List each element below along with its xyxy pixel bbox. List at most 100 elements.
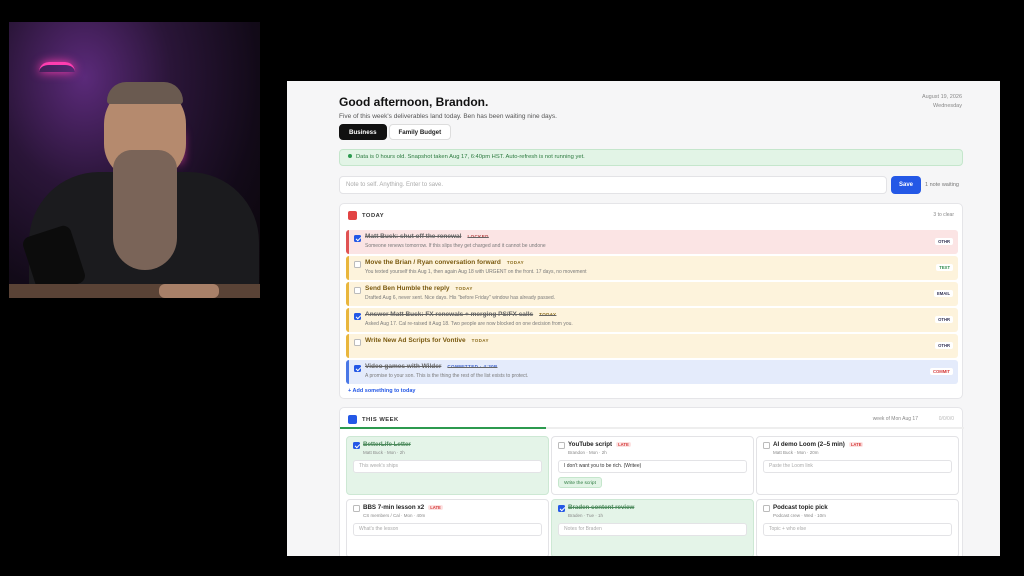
deliverable-title: BBS 7-min lesson x2 LATE — [363, 504, 443, 511]
date-text: August 19, 2026 — [921, 94, 962, 100]
task-type-badge: COMMIT — [930, 368, 953, 375]
dashboard-app: Good afternoon, Brandon. Five of this we… — [287, 81, 1000, 556]
task-tag: TODAY — [471, 338, 489, 343]
deliverable-checkbox[interactable] — [353, 442, 360, 449]
deliverable-meta: CS members / Cal · Mon · 40m — [363, 513, 426, 518]
deliverable-input[interactable]: This week's ships — [353, 460, 542, 473]
deliverable-input[interactable]: Paste the Loom link — [763, 460, 952, 473]
date-display: August 19, 2026 Wednesday — [922, 93, 962, 111]
calendar-icon — [348, 211, 357, 220]
week-stats: 0/0/0/0 — [938, 416, 954, 422]
data-status-banner: Data is 0 hours old. Snapshot taken Aug … — [339, 149, 963, 166]
deliverable-card[interactable]: Podcast topic pick Podcast crew · Wed · … — [756, 499, 959, 556]
deliverable-meta: Braden · Tue · 1h — [568, 513, 604, 518]
task-title: Matt Buck: shut off the renewal LOCKED — [365, 233, 489, 240]
presenter-hand — [159, 284, 219, 298]
task-type-badge: OTHR — [935, 238, 953, 245]
task-checkbox[interactable] — [354, 287, 361, 294]
save-button[interactable]: Save — [891, 176, 921, 194]
today-title: TODAY — [362, 212, 385, 219]
deliverable-card[interactable]: Braden content review Braden · Tue · 1h … — [551, 499, 754, 556]
webcam-overlay — [9, 22, 260, 298]
task-title: Move the Brian / Ryan conversation forwa… — [365, 259, 525, 266]
this-week-section: THIS WEEK week of Mon Aug 17 0/0/0/0 Bet… — [339, 407, 964, 556]
status-dot-icon — [348, 154, 352, 159]
week-title: THIS WEEK — [362, 416, 399, 423]
task-type-badge: TEXT — [936, 264, 953, 271]
deliverable-checkbox[interactable] — [558, 442, 565, 449]
deliverable-card[interactable]: BBS 7-min lesson x2 LATE CS members / Cal… — [346, 499, 549, 556]
page-title: Good afternoon, Brandon. — [339, 95, 489, 109]
task-row[interactable]: Answer Matt Buck: FX renewals + merging … — [346, 308, 958, 332]
deliverable-checkbox[interactable] — [763, 505, 770, 512]
task-row[interactable]: Move the Brian / Ryan conversation forwa… — [346, 256, 958, 280]
task-tag: LOCKED — [467, 234, 489, 239]
deliverable-input[interactable]: I don't want you to be rich. (Writee) — [558, 460, 747, 473]
task-title: Answer Matt Buck: FX renewals + merging … — [365, 311, 557, 318]
week-header: THIS WEEK — [348, 415, 399, 424]
workspace-tabs: Business Family Budget — [339, 124, 452, 140]
week-range: week of Mon Aug 17 — [872, 416, 918, 422]
tab-family-budget[interactable]: Family Budget — [388, 124, 452, 140]
deliverable-input[interactable]: What's the lesson — [353, 523, 542, 536]
late-badge: LATE — [428, 505, 443, 510]
task-row[interactable]: Send Ben Humble the reply TODAY Drafted A… — [346, 282, 958, 306]
task-type-badge: EMAIL — [933, 290, 953, 297]
task-description: Drafted Aug 6, never sent. Nice days. Hi… — [365, 295, 556, 301]
task-row[interactable]: Write New Ad Scripts for Vontive TODAY OT… — [346, 334, 958, 358]
task-description: Asked Aug 17. Cal re-raised it Aug 18. T… — [365, 321, 573, 327]
deliverable-card[interactable]: BetterLife Letter Matt Buck · Mon · 2h T… — [346, 436, 549, 495]
desk — [9, 284, 260, 298]
deliverable-meta: Podcast crew · Wed · 10m — [773, 513, 826, 518]
deliverable-checkbox[interactable] — [763, 442, 770, 449]
deliverable-title: BetterLife Letter — [363, 441, 411, 448]
today-header: TODAY — [348, 211, 384, 220]
neon-light — [39, 62, 75, 72]
deliverable-input[interactable]: Topic + who else — [763, 523, 952, 536]
task-tag: TODAY — [455, 286, 473, 291]
task-type-badge: OTHR — [935, 316, 953, 323]
deliverable-card[interactable]: YouTube script LATE Brandon · Mon · 2h I … — [551, 436, 754, 495]
deliverable-input[interactable]: Notes for Braden — [558, 523, 747, 536]
week-progress-bar — [340, 427, 964, 429]
task-checkbox[interactable] — [354, 339, 361, 346]
deliverable-title: YouTube script LATE — [568, 441, 631, 448]
task-tag: TODAY — [539, 312, 557, 317]
task-row[interactable]: Video games with Wilder COMMITTED · 4:30P… — [346, 360, 958, 384]
deliverable-title: AI demo Loom (2–5 min) LATE — [773, 441, 864, 448]
task-description: Someone renews tomorrow. If this slips t… — [365, 243, 546, 249]
deliverable-meta: Brandon · Mon · 2h — [568, 450, 607, 455]
today-remaining: 3 to clear — [933, 212, 954, 218]
notes-waiting-count[interactable]: 1 note waiting — [925, 182, 959, 188]
write-script-button[interactable]: Write the script — [558, 477, 602, 488]
deliverable-checkbox[interactable] — [558, 505, 565, 512]
task-tag: COMMITTED · 4:30P — [447, 364, 498, 369]
week-icon — [348, 415, 357, 424]
task-title: Write New Ad Scripts for Vontive TODAY — [365, 337, 489, 344]
late-badge: LATE — [616, 442, 631, 447]
deliverable-card[interactable]: AI demo Loom (2–5 min) LATE Matt Buck · M… — [756, 436, 959, 495]
task-checkbox[interactable] — [354, 313, 361, 320]
task-checkbox[interactable] — [354, 365, 361, 372]
note-input[interactable]: Note to self. Anything. Enter to save. — [339, 176, 887, 194]
task-tag: TODAY — [506, 260, 525, 265]
today-section: TODAY 3 to clear Matt Buck: shut off the… — [339, 203, 963, 399]
week-progress-fill — [340, 427, 546, 429]
deliverable-title: Braden content review — [568, 504, 635, 511]
task-row[interactable]: Matt Buck: shut off the renewal LOCKED So… — [346, 230, 958, 254]
tab-business[interactable]: Business — [339, 124, 387, 140]
task-title: Video games with Wilder COMMITTED · 4:30P — [365, 363, 498, 370]
deliverable-meta: Matt Buck · Mon · 20m — [773, 450, 819, 455]
deliverable-checkbox[interactable] — [353, 505, 360, 512]
task-checkbox[interactable] — [354, 261, 361, 268]
deliverable-title: Podcast topic pick — [773, 504, 828, 511]
page-subtitle: Five of this week's deliverables land to… — [339, 113, 557, 120]
presenter-beard — [113, 150, 177, 270]
task-checkbox[interactable] — [354, 235, 361, 242]
add-today-link[interactable]: + Add something to today — [348, 388, 415, 394]
task-description: You texted yourself this Aug 1, then aga… — [365, 269, 587, 275]
late-badge: LATE — [848, 442, 864, 447]
presenter-hair — [107, 82, 183, 104]
banner-text: Data is 0 hours old. Snapshot taken Aug … — [356, 154, 585, 160]
deliverable-meta: Matt Buck · Mon · 2h — [363, 450, 405, 455]
